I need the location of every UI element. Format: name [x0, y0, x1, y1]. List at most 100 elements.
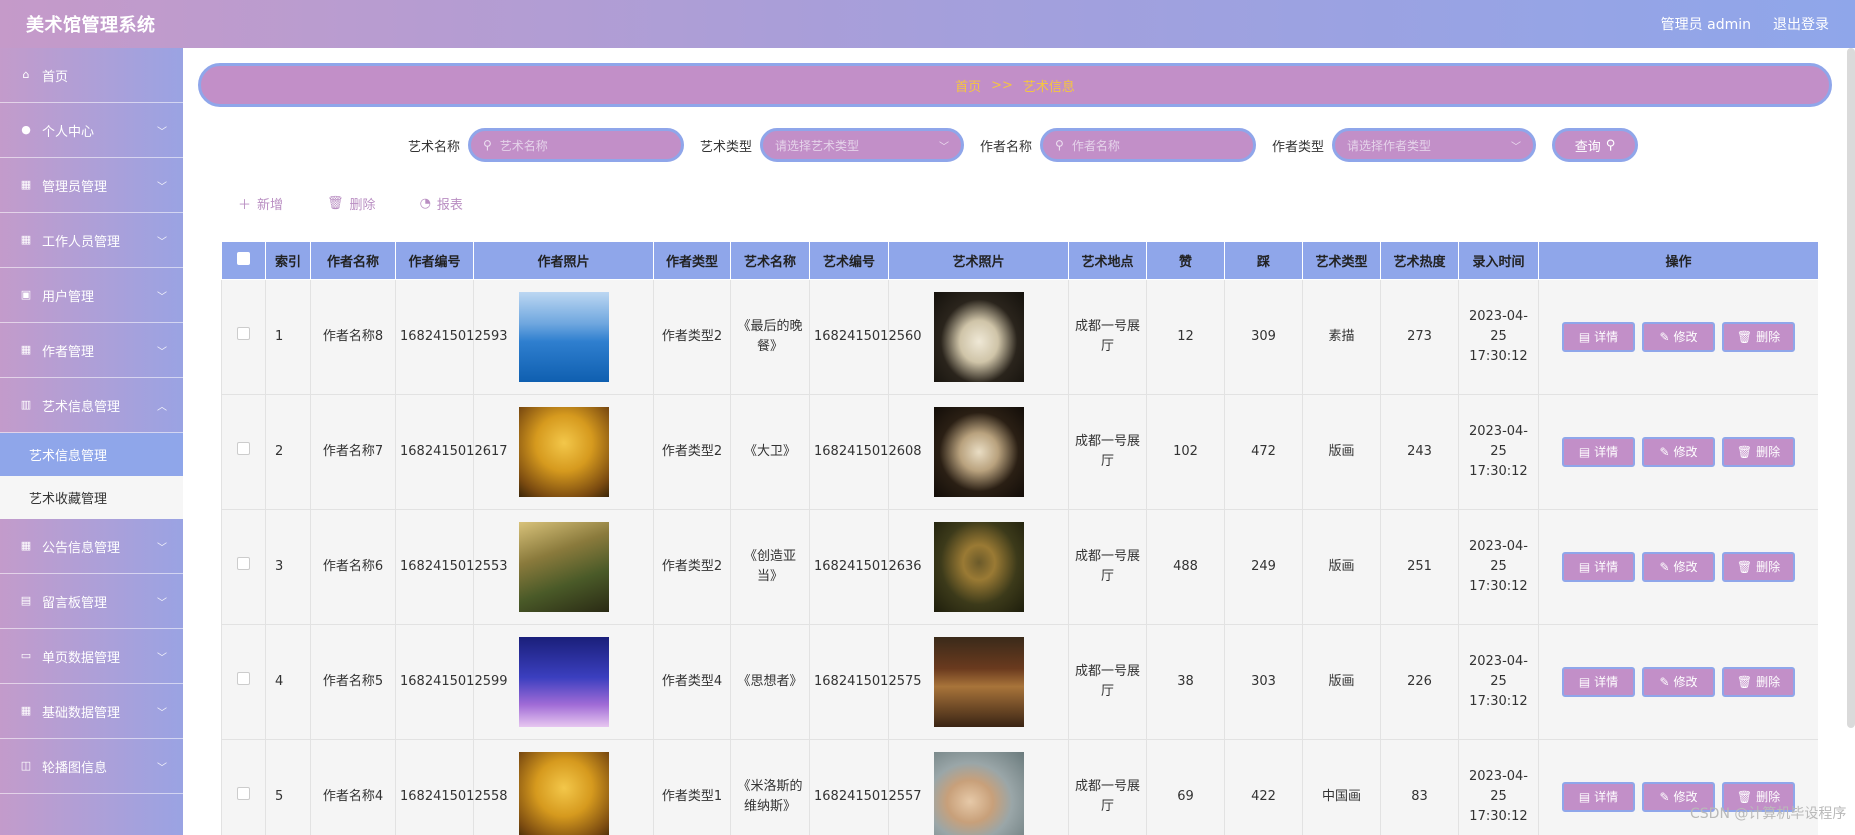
- author-photo-image[interactable]: [518, 407, 609, 497]
- search-icon: ⚲: [482, 138, 492, 152]
- sidebar-item-carousel[interactable]: ◫ 轮播图信息 ﹀: [0, 739, 183, 794]
- chevron-down-icon: ﹀: [157, 542, 167, 554]
- row-checkbox-cell[interactable]: [221, 739, 266, 835]
- sidebar-item-home[interactable]: ⌂ 首页: [0, 48, 183, 103]
- chevron-down-icon: ﹀: [157, 346, 167, 358]
- delete-button[interactable]: 🗑 删除: [1722, 667, 1795, 697]
- author-photo-image[interactable]: [518, 522, 609, 612]
- chevron-up-icon: ︿: [157, 401, 167, 413]
- row-checkbox[interactable]: [237, 327, 250, 340]
- chevron-down-icon: ﹀: [157, 762, 167, 774]
- sidebar: ⌂ 首页 ● 个人中心 ﹀ ▦ 管理员管理 ﹀ ▦ 工作人员管理 ﹀ ▣ 用户管…: [0, 48, 183, 835]
- sidebar-item-staff-manage[interactable]: ▦ 工作人员管理 ﹀: [0, 213, 183, 268]
- plus-icon: ＋: [238, 198, 252, 213]
- row-checkbox-cell[interactable]: [221, 394, 266, 510]
- detail-button[interactable]: ▤ 详情: [1562, 322, 1635, 352]
- document-icon: ▤: [1578, 445, 1591, 459]
- row-checkbox[interactable]: [237, 672, 250, 685]
- sidebar-item-single-page-data[interactable]: ▭ 单页数据管理 ﹀: [0, 629, 183, 684]
- art-type-select[interactable]: 请选择艺术类型 ﹀: [760, 128, 964, 162]
- sidebar-item-user-manage[interactable]: ▣ 用户管理 ﹀: [0, 268, 183, 323]
- sidebar-item-art-info-manage[interactable]: ▥ 艺术信息管理 ︿: [0, 378, 183, 433]
- pie-chart-icon: ◔: [419, 196, 431, 211]
- art-photo-image[interactable]: [933, 292, 1024, 382]
- select-all-checkbox[interactable]: [237, 252, 250, 265]
- edit-button[interactable]: ✎ 修改: [1642, 437, 1715, 467]
- cell-author-photo: [473, 739, 654, 835]
- sidebar-subitem-art-collection[interactable]: 艺术收藏管理: [0, 476, 183, 519]
- monitor-icon: ▭: [20, 649, 32, 662]
- detail-button[interactable]: ▤ 详情: [1562, 667, 1635, 697]
- table-row: 4 作者名称5 1682415012599 作者类型4 《思想者》 16824150125…: [221, 624, 1818, 740]
- row-checkbox-cell[interactable]: [221, 279, 266, 395]
- sidebar-item-notice-manage[interactable]: ▦ 公告信息管理 ﹀: [0, 519, 183, 574]
- cell-author-no: 1682415012593: [395, 279, 508, 395]
- art-photo-image[interactable]: [933, 752, 1024, 835]
- select-all-checkbox-cell[interactable]: [221, 241, 266, 280]
- pencil-icon: ✎: [1659, 330, 1670, 344]
- author-photo-image[interactable]: [518, 752, 609, 835]
- cell-entry-time: 2023-04-25 17:30:12: [1458, 509, 1539, 625]
- art-photo-image[interactable]: [933, 637, 1024, 727]
- row-checkbox[interactable]: [237, 787, 250, 800]
- cell-art-name: 《创造亚当》: [730, 509, 810, 625]
- delete-button[interactable]: 🗑 删除: [1722, 437, 1795, 467]
- detail-button[interactable]: ▤ 详情: [1562, 437, 1635, 467]
- query-button[interactable]: 查询 ⚲: [1552, 128, 1639, 162]
- row-checkbox-cell[interactable]: [221, 509, 266, 625]
- header-art-heat: 艺术热度: [1380, 241, 1459, 280]
- header-author-no: 作者编号: [395, 241, 474, 280]
- batch-delete-button[interactable]: 🗑 删除: [327, 194, 376, 213]
- author-name-input[interactable]: ⚲ 作者名称: [1040, 128, 1257, 162]
- art-info-table: 索引 作者名称 作者编号 作者照片 作者类型 艺术名称 艺术编号 艺术照片 艺术…: [221, 241, 1818, 835]
- art-photo-image[interactable]: [933, 522, 1024, 612]
- art-name-input[interactable]: ⚲ 艺术名称: [467, 128, 684, 162]
- cell-art-name: 《大卫》: [730, 394, 810, 510]
- document-icon: ▤: [1578, 675, 1591, 689]
- cell-author-no: 1682415012599: [395, 624, 508, 740]
- chevron-down-icon: ﹀: [157, 291, 167, 303]
- row-checkbox[interactable]: [237, 557, 250, 570]
- sidebar-item-author-manage[interactable]: ▦ 作者管理 ﹀: [0, 323, 183, 378]
- author-photo-image[interactable]: [518, 292, 609, 382]
- page-scrollbar[interactable]: [1847, 48, 1855, 728]
- sidebar-item-admin-manage[interactable]: ▦ 管理员管理 ﹀: [0, 158, 183, 213]
- table-row: 5 作者名称4 1682415012558 作者类型1 《米洛斯的维纳斯》 1682415…: [221, 739, 1818, 835]
- cell-entry-time: 2023-04-25 17:30:12: [1458, 394, 1539, 510]
- table-header-row: 索引 作者名称 作者编号 作者照片 作者类型 艺术名称 艺术编号 艺术照片 艺术…: [221, 241, 1818, 280]
- edit-button[interactable]: ✎ 修改: [1642, 667, 1715, 697]
- author-type-select[interactable]: 请选择作者类型 ﹀: [1332, 128, 1537, 162]
- sidebar-item-personal-center[interactable]: ● 个人中心 ﹀: [0, 103, 183, 158]
- row-checkbox[interactable]: [237, 442, 250, 455]
- edit-button[interactable]: ✎ 修改: [1642, 322, 1715, 352]
- action-bar: ＋ 新增 🗑 删除 ◔ 报表: [238, 194, 463, 213]
- sidebar-item-message-board[interactable]: ▤ 留言板管理 ﹀: [0, 574, 183, 629]
- art-photo-image[interactable]: [933, 407, 1024, 497]
- breadcrumb-home[interactable]: 首页: [955, 76, 981, 95]
- row-checkbox-cell[interactable]: [221, 624, 266, 740]
- cell-index: 1: [265, 279, 311, 395]
- art-info-table-wrapper: 索引 作者名称 作者编号 作者照片 作者类型 艺术名称 艺术编号 艺术照片 艺术…: [221, 241, 1818, 835]
- cell-like: 12: [1146, 279, 1225, 395]
- cell-art-no: 1682415012560: [809, 279, 922, 395]
- admin-user-label[interactable]: 管理员 admin: [1661, 14, 1751, 34]
- watermark: CSDN @计算机毕设程序: [1690, 806, 1847, 822]
- chevron-down-icon: ﹀: [157, 181, 167, 193]
- logout-link[interactable]: 退出登录: [1773, 14, 1829, 34]
- cell-art-name: 《思想者》: [730, 624, 810, 740]
- cell-art-place: 成都一号展厅: [1068, 509, 1147, 625]
- cell-art-heat: 251: [1380, 509, 1459, 625]
- sidebar-subitem-art-info[interactable]: 艺术信息管理: [0, 433, 183, 476]
- cell-art-heat: 226: [1380, 624, 1459, 740]
- author-photo-image[interactable]: [518, 637, 609, 727]
- sidebar-item-basic-data[interactable]: ▦ 基础数据管理 ﹀: [0, 684, 183, 739]
- delete-button[interactable]: 🗑 删除: [1722, 552, 1795, 582]
- delete-button[interactable]: 🗑 删除: [1722, 322, 1795, 352]
- edit-button[interactable]: ✎ 修改: [1642, 552, 1715, 582]
- detail-button[interactable]: ▤ 详情: [1562, 782, 1635, 812]
- report-button[interactable]: ◔ 报表: [420, 194, 463, 213]
- grid-icon: ▦: [20, 178, 32, 191]
- detail-button[interactable]: ▤ 详情: [1562, 552, 1635, 582]
- add-button[interactable]: ＋ 新增: [238, 194, 283, 213]
- cell-author-no: 1682415012558: [395, 739, 508, 835]
